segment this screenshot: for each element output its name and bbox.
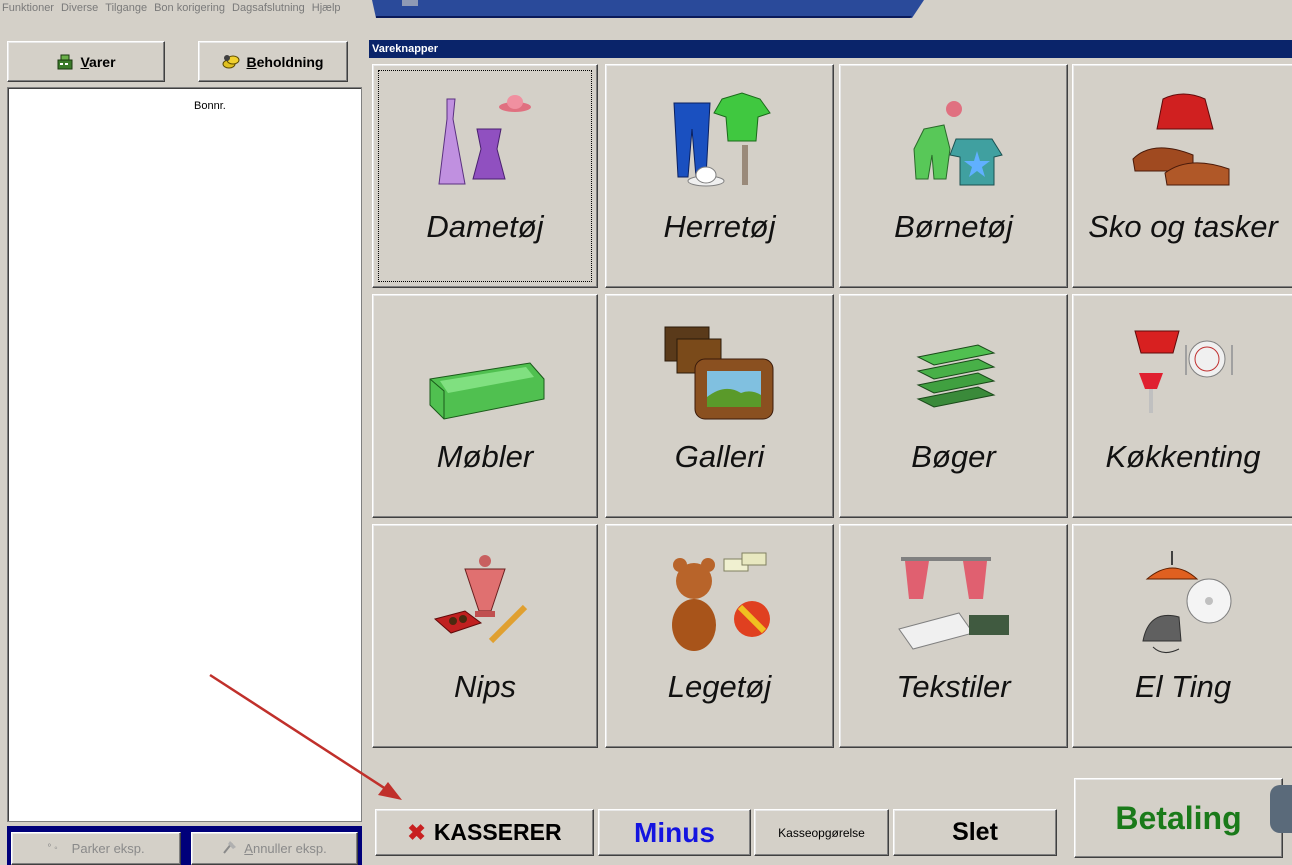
beholdning-label-wrap: Beholdning: [246, 54, 323, 70]
sofa-icon: [373, 295, 597, 435]
payment-button[interactable]: Betaling: [1074, 778, 1283, 858]
beholdning-label-rest: eholdning: [256, 53, 324, 70]
curtains-fabric-icon: [840, 525, 1067, 665]
dots-icon: ° ◦: [47, 843, 58, 854]
baby-clothes-icon: [840, 65, 1067, 205]
menu-item-0[interactable]: Funktioner: [2, 0, 54, 16]
varer-label-rest: arer: [89, 53, 116, 70]
window-title-tab: [372, 0, 924, 18]
cancel-transaction-button[interactable]: Annuller eksp.: [191, 832, 358, 865]
varer-label-wrap: Varer: [80, 54, 115, 70]
delete-label: Slet: [952, 818, 998, 846]
delete-button[interactable]: Slet: [893, 809, 1057, 856]
varer-accel-key: V: [80, 53, 90, 70]
product-buttons-panel-title: Vareknapper: [369, 40, 1292, 58]
cash-count-label: Kasseopgørelse: [778, 825, 865, 840]
product-tile-label: Dametøj: [426, 209, 544, 244]
pos-window: Funktioner Diverse Tilgange Bon korigering D…: [0, 0, 1292, 865]
minus-button[interactable]: Minus: [598, 809, 751, 856]
cancel-transaction-label-rest: nnuller eksp.: [252, 841, 327, 856]
product-tile-label: El Ting: [1134, 669, 1232, 704]
product-tile-label: Børnetøj: [894, 209, 1013, 244]
product-tile[interactable]: Dametøj: [372, 64, 598, 288]
menu-item-5[interactable]: Hjælp: [312, 0, 341, 16]
product-tile-label: Tekstiler: [896, 669, 1011, 704]
bottom-left-toolbar: ° ◦ Parker eksp. Annuller eksp.: [7, 826, 362, 865]
product-tile-label: Herretøj: [663, 209, 776, 244]
broom-icon: [222, 839, 238, 858]
product-tile-label: Nips: [453, 669, 516, 704]
cashier-label: KASSERER: [433, 819, 562, 845]
product-tile[interactable]: Herretøj: [605, 64, 834, 288]
kitchenware-icon: [1073, 295, 1292, 435]
product-tile[interactable]: Bøger: [839, 294, 1068, 518]
teddy-ball-icon: [606, 525, 833, 665]
pants-shirt-hat-tie-icon: [606, 65, 833, 205]
beholdning-accel-key: B: [246, 53, 257, 70]
product-tile[interactable]: Nips: [372, 524, 598, 748]
red-x-icon: ✖: [407, 819, 426, 845]
cash-count-button[interactable]: Kasseopgørelse: [754, 809, 889, 856]
picture-frames-icon: [606, 295, 833, 435]
cashier-button[interactable]: ✖ KASSERER: [375, 809, 594, 856]
product-tile-label: Legetøj: [667, 669, 772, 704]
menu-items: Funktioner Diverse Tilgange Bon korigering D…: [2, 0, 348, 16]
product-tile[interactable]: Galleri: [605, 294, 834, 518]
product-tile[interactable]: Sko og tasker: [1072, 64, 1292, 288]
product-tile-label: Møbler: [436, 439, 534, 474]
coins-icon: [222, 54, 240, 70]
menu-item-3[interactable]: Bon korigering: [154, 0, 225, 16]
product-tile[interactable]: El Ting: [1072, 524, 1292, 748]
menu-item-2[interactable]: Tilgange: [105, 0, 147, 16]
dress-swimsuit-hat-icon: [373, 65, 597, 205]
lamp-fan-iron-icon: [1073, 525, 1292, 665]
beholdning-button[interactable]: Beholdning: [198, 41, 348, 82]
minus-label: Minus: [634, 816, 715, 848]
varer-button[interactable]: Varer: [7, 41, 165, 82]
payment-label: Betaling: [1115, 799, 1242, 836]
product-tile[interactable]: Legetøj: [605, 524, 834, 748]
product-tile[interactable]: Køkkenting: [1072, 294, 1292, 518]
product-tile[interactable]: Tekstiler: [839, 524, 1068, 748]
product-tile[interactable]: Møbler: [372, 294, 598, 518]
park-transaction-label: Parker eksp.: [71, 841, 145, 856]
partial-side-icon: [1270, 785, 1292, 833]
product-tile-label: Køkkenting: [1105, 439, 1261, 474]
vase-chocolate-icon: [373, 525, 597, 665]
receipt-number-header: Bonnr.: [194, 100, 226, 112]
cancel-label-wrap: Annuller eksp.: [244, 841, 326, 856]
park-transaction-button[interactable]: ° ◦ Parker eksp.: [11, 832, 181, 865]
annuller-accel-key: A: [244, 841, 253, 856]
product-tile-label: Galleri: [674, 439, 765, 474]
receipt-list[interactable]: Bonnr.: [7, 87, 362, 822]
product-tile[interactable]: Børnetøj: [839, 64, 1068, 288]
menu-item-4[interactable]: Dagsafslutning: [232, 0, 305, 16]
cash-register-icon: [56, 54, 74, 70]
shoes-purse-icon: [1073, 65, 1292, 205]
books-icon: [840, 295, 1067, 435]
product-tile-label: Sko og tasker: [1088, 209, 1278, 244]
menu-item-1[interactable]: Diverse: [61, 0, 98, 16]
menu-bar: Funktioner Diverse Tilgange Bon korigering D…: [0, 0, 1292, 33]
product-tile-label: Bøger: [911, 439, 996, 474]
